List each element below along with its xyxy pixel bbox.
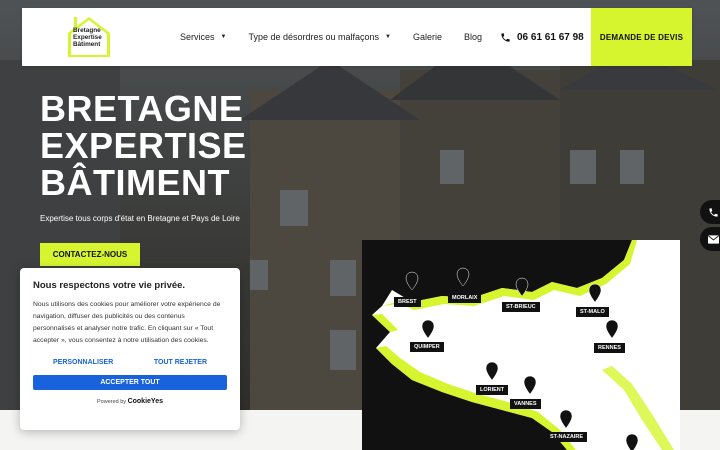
nav-blog-label: Blog xyxy=(464,32,483,42)
cookie-powered-by: Powered by CookieYes xyxy=(33,398,227,405)
brittany-map: BREST MORLAIX ST-BRIEUC ST-MALO QUIMPER … xyxy=(362,240,680,450)
cookie-consent-banner: Nous respectons votre vie privée. Nous u… xyxy=(20,268,240,430)
map-label-st-brieuc: ST-BRIEUC xyxy=(502,302,540,312)
header-phone[interactable]: 06 61 61 67 98 xyxy=(500,8,584,66)
map-label-lorient: LORIENT xyxy=(476,385,509,395)
request-quote-button[interactable]: DEMANDE DE DEVIS xyxy=(591,8,692,66)
nav-item-desordres[interactable]: Type de désordres ou malfaçons ▼ xyxy=(248,32,391,42)
nav-item-blog[interactable]: Blog xyxy=(464,32,482,42)
hero-title-line-2: EXPERTISE xyxy=(40,125,247,166)
site-logo[interactable]: Bretagne Expertise Bâtiment xyxy=(66,15,112,59)
hero-subtitle: Expertise tous corps d'état en Bretagne … xyxy=(40,214,240,223)
map-label-vannes: VANNES xyxy=(510,399,541,409)
hero-title-line-3: BÂTIMENT xyxy=(40,162,230,203)
nav-services-label: Services xyxy=(180,32,215,42)
nav-desordres-label: Type de désordres ou malfaçons xyxy=(248,32,380,42)
cookie-body: Nous utilisons des cookies pour améliore… xyxy=(33,301,221,344)
main-nav: Services ▼ Type de désordres ou malfaçon… xyxy=(180,8,504,66)
caret-down-icon: ▼ xyxy=(385,34,391,40)
phone-icon xyxy=(708,207,718,217)
nav-item-services[interactable]: Services ▼ xyxy=(180,32,226,42)
logo-line-1: Bretagne xyxy=(73,27,101,34)
powered-by-label: Powered by xyxy=(97,399,127,405)
map-label-morlaix: MORLAIX xyxy=(448,293,482,303)
map-label-rennes: RENNES xyxy=(594,343,625,353)
map-label-st-nazaire: ST-NAZAIRE xyxy=(546,432,587,442)
phone-icon xyxy=(501,32,510,42)
contact-us-button[interactable]: CONTACTEZ-NOUS xyxy=(40,243,140,266)
cookie-reject-button[interactable]: TOUT REJETER xyxy=(154,359,207,366)
site-header: Bretagne Expertise Bâtiment Services ▼ T… xyxy=(22,8,692,66)
phone-number: 06 61 61 67 98 xyxy=(517,31,584,43)
caret-down-icon: ▼ xyxy=(220,34,227,40)
envelope-icon xyxy=(707,234,719,244)
map-label-quimper: QUIMPER xyxy=(410,342,444,352)
cookieyes-brand[interactable]: CookieYes xyxy=(128,398,163,405)
cookie-secondary-buttons: PERSONNALISER TOUT REJETER xyxy=(33,359,227,366)
map-label-st-malo: ST-MALO xyxy=(576,307,609,317)
cookie-accept-button[interactable]: ACCEPTER TOUT xyxy=(33,375,227,390)
hero-title-line-1: BRETAGNE xyxy=(40,88,244,129)
cookie-customize-button[interactable]: PERSONNALISER xyxy=(53,359,113,366)
logo-line-2: Expertise xyxy=(73,34,102,41)
cookie-title: Nous respectons votre vie privée. xyxy=(33,280,186,291)
map-label-brest: BREST xyxy=(394,297,421,307)
nav-item-galerie[interactable]: Galerie xyxy=(413,32,442,42)
logo-line-3: Bâtiment xyxy=(73,41,101,48)
floating-phone-button[interactable] xyxy=(700,200,720,224)
floating-email-button[interactable] xyxy=(700,227,720,251)
nav-galerie-label: Galerie xyxy=(413,32,443,42)
hero-title: BRETAGNE EXPERTISE BÂTIMENT xyxy=(40,90,247,201)
logo-text: Bretagne Expertise Bâtiment xyxy=(73,27,102,48)
